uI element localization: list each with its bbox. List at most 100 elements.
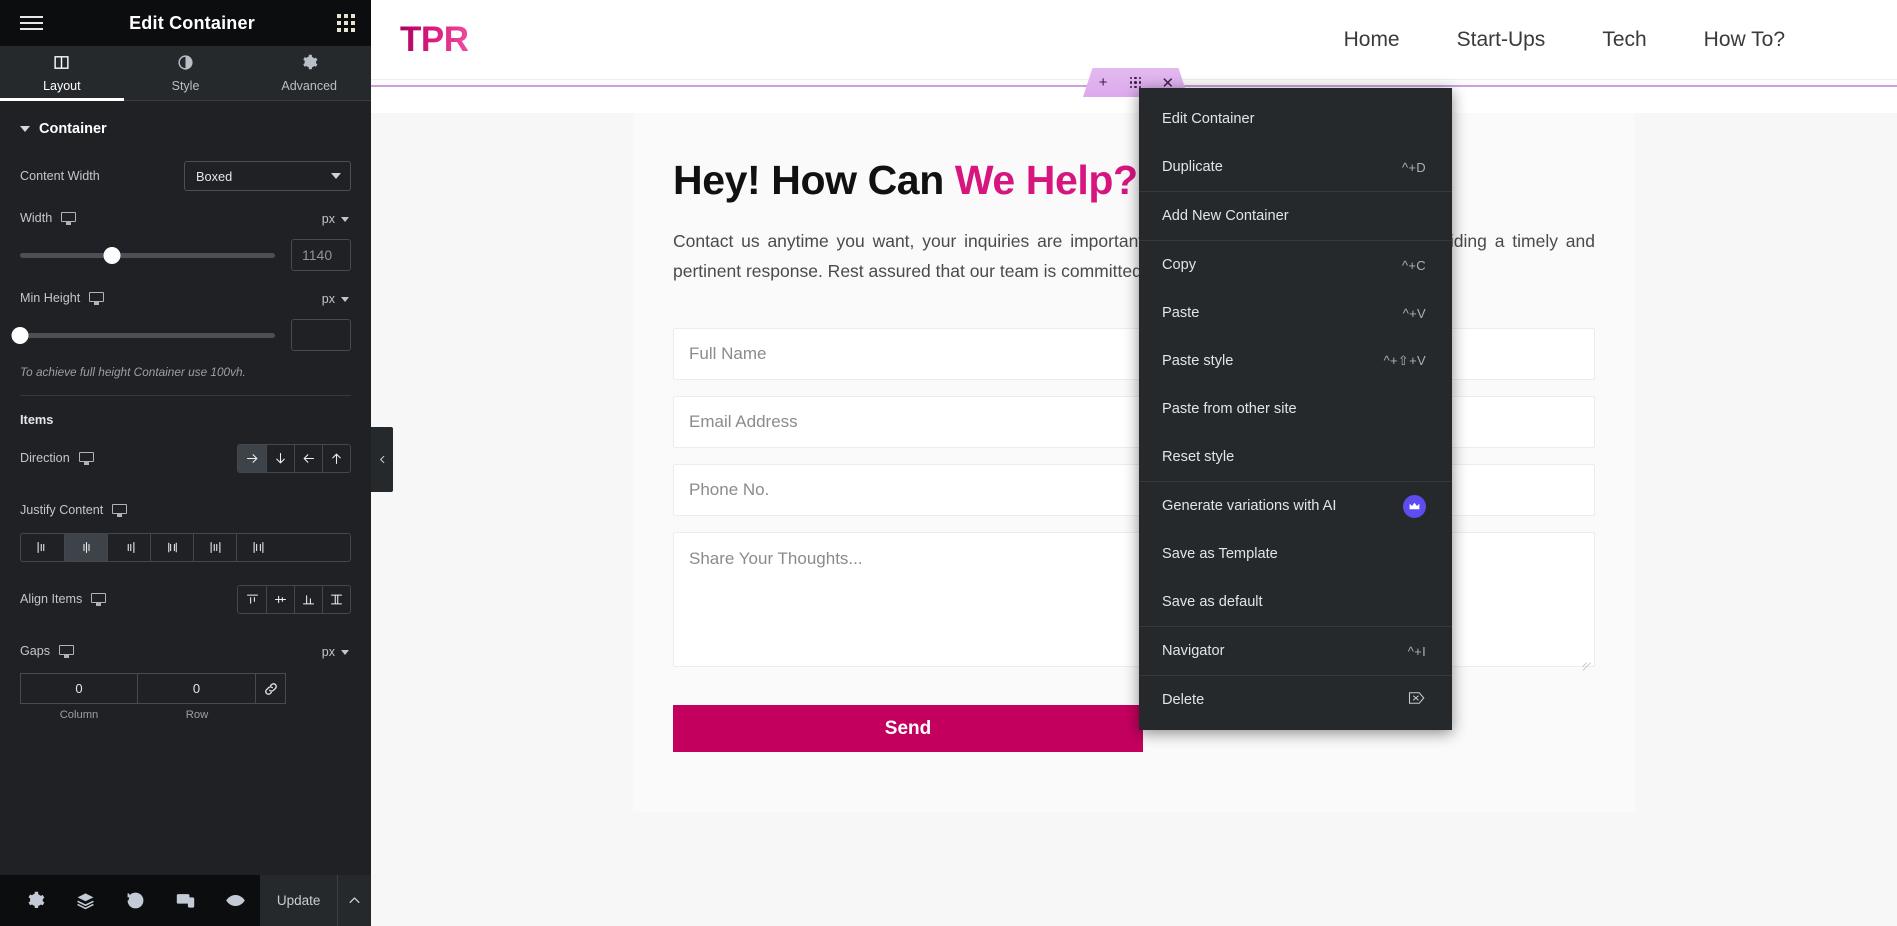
gear-settings-icon[interactable] <box>10 875 60 926</box>
phone-input[interactable]: Phone No. <box>673 464 1595 517</box>
send-button[interactable]: Send <box>673 705 1143 753</box>
hamburger-icon[interactable] <box>16 12 47 34</box>
direction-option-column-reverse[interactable] <box>322 444 350 472</box>
justify-option-flex-start[interactable] <box>21 534 64 561</box>
align-option-flex-start[interactable] <box>238 586 266 613</box>
page-title-plain: Hey! How Can <box>673 157 955 203</box>
ctx-label: Add New Container <box>1162 208 1289 224</box>
layers-navigator-icon[interactable] <box>60 875 110 926</box>
direction-option-row[interactable] <box>238 444 266 472</box>
nav-item-howto[interactable]: How To? <box>1704 28 1785 52</box>
resize-grip-icon[interactable] <box>1580 652 1591 663</box>
context-menu: Edit Container Duplicate ^+D Add New Con… <box>1139 88 1452 730</box>
ctx-reset-style[interactable]: Reset style <box>1139 433 1452 481</box>
desktop-device-icon[interactable] <box>112 503 128 517</box>
width-label-text: Width <box>20 211 53 225</box>
justify-content-button-group <box>20 533 351 562</box>
container-section-header[interactable]: Container <box>0 101 371 153</box>
nav-item-startups[interactable]: Start-Ups <box>1457 28 1546 52</box>
tab-style-label: Style <box>171 78 200 93</box>
ctx-copy[interactable]: Copy ^+C <box>1139 241 1452 289</box>
desktop-device-icon[interactable] <box>78 451 94 465</box>
ctx-add-new-container[interactable]: Add New Container <box>1139 192 1452 240</box>
ctx-navigator[interactable]: Navigator ^+I <box>1139 627 1452 675</box>
ctx-label: Copy <box>1162 257 1197 273</box>
grid-apps-icon[interactable] <box>337 14 355 32</box>
tab-style[interactable]: Style <box>124 46 248 100</box>
gap-column-input[interactable]: 0 <box>20 673 138 704</box>
ctx-save-as-default[interactable]: Save as default <box>1139 578 1452 626</box>
responsive-devices-icon[interactable] <box>160 875 210 926</box>
tab-layout[interactable]: Layout <box>0 46 124 101</box>
link-icon[interactable] <box>256 673 286 704</box>
justify-option-space-evenly[interactable] <box>236 534 279 561</box>
direction-label-text: Direction <box>20 451 70 465</box>
ctx-paste-from-other-site[interactable]: Paste from other site <box>1139 385 1452 433</box>
direction-option-column[interactable] <box>266 444 294 472</box>
justify-option-flex-end[interactable] <box>107 534 150 561</box>
gap-row-input[interactable]: 0 <box>138 673 256 704</box>
desktop-device-icon[interactable] <box>91 592 107 606</box>
ctx-label: Save as Template <box>1162 546 1278 562</box>
align-items-label-text: Align Items <box>20 592 83 606</box>
tab-layout-label: Layout <box>43 78 81 93</box>
ctx-save-as-template[interactable]: Save as Template <box>1139 530 1452 578</box>
ctx-paste-style[interactable]: Paste style ^+⇧+V <box>1139 337 1452 385</box>
width-slider-track <box>20 252 275 258</box>
align-option-center[interactable] <box>266 585 294 613</box>
chevron-down-icon <box>341 649 349 655</box>
min-height-slider[interactable] <box>11 326 275 344</box>
nav-item-tech[interactable]: Tech <box>1602 28 1646 52</box>
gap-row-label: Row <box>185 709 209 721</box>
message-placeholder: Share Your Thoughts... <box>689 549 863 569</box>
desktop-device-icon[interactable] <box>59 644 75 658</box>
panel-collapse-handle[interactable] <box>371 427 393 492</box>
page-subtitle: Contact us anytime you want, your inquir… <box>673 231 1595 282</box>
align-option-stretch[interactable] <box>322 585 350 613</box>
ctx-paste[interactable]: Paste ^+V <box>1139 289 1452 337</box>
min-height-unit-selector[interactable]: px <box>322 292 351 306</box>
panel-footer-icons <box>0 875 260 926</box>
min-height-value-input[interactable] <box>291 319 351 351</box>
contrast-circle-icon <box>177 54 194 74</box>
ctx-shortcut: ^+C <box>1402 257 1426 273</box>
full-name-input[interactable]: Full Name <box>673 328 1595 381</box>
desktop-device-icon[interactable] <box>89 291 105 305</box>
chevron-down-icon <box>341 216 349 222</box>
ctx-shortcut: ^+V <box>1402 305 1426 321</box>
drag-dots-icon[interactable] <box>1122 76 1148 89</box>
ctx-delete[interactable]: Delete <box>1139 676 1452 724</box>
gaps-unit-selector[interactable]: px <box>322 645 351 659</box>
panel-tabs: Layout Style Advanced <box>0 46 371 101</box>
justify-option-space-around[interactable] <box>193 534 236 561</box>
history-clock-icon[interactable] <box>110 875 160 926</box>
ctx-generate-variations-with-ai[interactable]: Generate variations with AI <box>1139 482 1452 530</box>
eye-preview-icon[interactable] <box>210 875 260 926</box>
min-height-slider-knob[interactable] <box>11 326 29 344</box>
justify-option-center[interactable] <box>64 534 107 561</box>
desktop-device-icon[interactable] <box>61 211 77 225</box>
update-button[interactable]: Update <box>260 875 338 926</box>
ctx-edit-container[interactable]: Edit Container <box>1139 95 1452 143</box>
align-option-flex-end[interactable] <box>294 585 322 613</box>
email-input[interactable]: Email Address <box>673 396 1595 449</box>
direction-option-row-reverse[interactable] <box>294 444 322 472</box>
nav-item-home[interactable]: Home <box>1344 28 1400 52</box>
width-slider[interactable] <box>20 246 275 264</box>
ctx-duplicate[interactable]: Duplicate ^+D <box>1139 143 1452 191</box>
content-width-select[interactable]: Boxed <box>184 161 351 191</box>
width-value-input[interactable]: 1140 <box>291 239 351 271</box>
message-textarea[interactable]: Share Your Thoughts... <box>673 532 1595 668</box>
site-logo[interactable]: TPR <box>400 20 469 60</box>
chevron-up-icon[interactable] <box>337 875 371 926</box>
elementor-panel: Edit Container Layout Style Advanced Con… <box>0 0 371 926</box>
contact-container[interactable]: Hey! How Can We Help? Contact us anytime… <box>633 113 1635 813</box>
width-label: Width <box>20 211 77 225</box>
justify-option-space-between[interactable] <box>150 534 193 561</box>
justify-content-label: Justify Content <box>20 503 128 517</box>
min-height-slider-track <box>20 332 275 338</box>
width-unit-selector[interactable]: px <box>322 212 351 226</box>
plus-icon[interactable]: + <box>1090 74 1116 91</box>
tab-advanced[interactable]: Advanced <box>247 46 371 100</box>
width-slider-knob[interactable] <box>103 246 121 264</box>
